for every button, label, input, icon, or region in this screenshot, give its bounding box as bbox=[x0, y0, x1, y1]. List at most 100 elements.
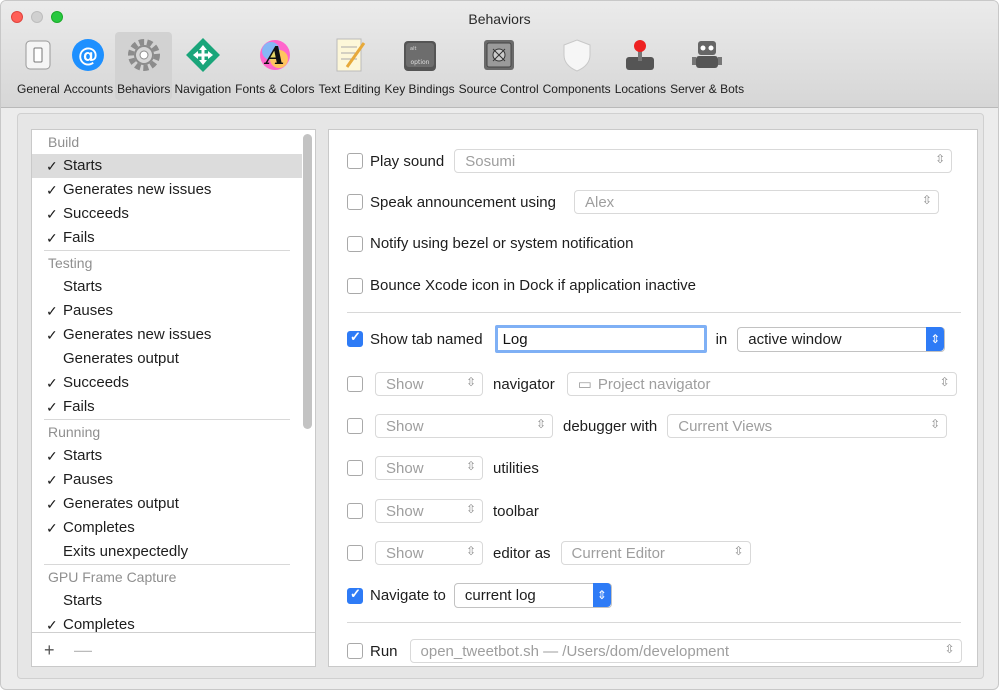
bounce-checkbox[interactable] bbox=[347, 277, 363, 294]
navigate-select[interactable]: current log ⇕ bbox=[453, 583, 612, 608]
utilities-show-select[interactable]: Show ⇳ bbox=[375, 456, 483, 480]
list-item[interactable]: ✓ Generates new issues bbox=[32, 178, 302, 202]
checkmark-icon: ✓ bbox=[46, 327, 58, 343]
item-label: Succeeds bbox=[63, 205, 129, 222]
script-select[interactable]: open_tweetbot.sh — /Users/dom/developmen… bbox=[409, 639, 962, 663]
toolbar-row: Show ⇳ toolbar bbox=[347, 499, 539, 523]
run-checkbox[interactable] bbox=[347, 643, 363, 659]
tab-navigation[interactable]: Navigation bbox=[172, 32, 233, 100]
list-item[interactable]: ✓ Pauses bbox=[32, 299, 302, 323]
checkmark-icon: ✓ bbox=[46, 496, 58, 512]
behavior-list[interactable]: Build ✓ Starts ✓ Generates new issues ✓ Suc… bbox=[32, 130, 302, 632]
list-item[interactable]: ✓ Fails bbox=[32, 226, 302, 250]
tab-behaviors[interactable]: Behaviors bbox=[115, 32, 173, 100]
list-item[interactable]: Starts bbox=[32, 275, 302, 299]
arrows-icon bbox=[184, 36, 222, 74]
sound-select[interactable]: Sosumi ⇳ bbox=[454, 149, 953, 173]
safe-icon bbox=[480, 36, 518, 74]
notepad-icon bbox=[331, 36, 369, 74]
checkmark-icon: ✓ bbox=[46, 206, 58, 222]
editor-show-select[interactable]: Show ⇳ bbox=[375, 541, 483, 565]
toolbar-show-select[interactable]: Show ⇳ bbox=[375, 499, 483, 523]
checkmark-icon: ✓ bbox=[46, 375, 58, 391]
utilities-row: Show ⇳ utilities bbox=[347, 456, 539, 480]
tab-name-input[interactable]: Log bbox=[494, 325, 707, 353]
script-value: open_tweetbot.sh — /Users/dom/developmen… bbox=[420, 642, 730, 660]
navigator-label: navigator bbox=[493, 375, 555, 393]
list-item[interactable]: Generates output bbox=[32, 347, 302, 371]
debugger-views-select[interactable]: Current Views ⇳ bbox=[667, 414, 948, 438]
updown-icon: ⇳ bbox=[921, 193, 932, 207]
item-label: Generates new issues bbox=[63, 326, 212, 343]
list-item[interactable]: ✓ Generates output bbox=[32, 492, 302, 516]
list-item[interactable]: ✓ Succeeds bbox=[32, 202, 302, 226]
navigate-row: Navigate to current log ⇕ bbox=[347, 583, 612, 608]
tab-label: Server & Bots bbox=[670, 82, 745, 96]
editor-checkbox[interactable] bbox=[347, 545, 363, 561]
run-label: Run bbox=[370, 642, 398, 660]
remove-button[interactable]: — bbox=[74, 640, 92, 661]
notify-checkbox[interactable] bbox=[347, 235, 363, 252]
debugger-checkbox[interactable] bbox=[347, 418, 363, 434]
tab-text-editing[interactable]: Text Editing bbox=[317, 32, 383, 100]
list-item[interactable]: ✓ Succeeds bbox=[32, 371, 302, 395]
utilities-checkbox[interactable] bbox=[347, 460, 363, 476]
tab-label: Key Bindings bbox=[384, 82, 455, 96]
list-item[interactable]: ✓ Generates new issues bbox=[32, 323, 302, 347]
list-item[interactable]: ✓ Pauses bbox=[32, 468, 302, 492]
tab-fonts-colors[interactable]: A Fonts & Colors bbox=[233, 32, 316, 100]
list-item[interactable]: ✓ Starts bbox=[32, 444, 302, 468]
debugger-value: Current Views bbox=[678, 417, 773, 435]
navigator-select[interactable]: ▭ Project navigator ⇳ bbox=[566, 372, 957, 396]
tab-server-bots[interactable]: Server & Bots bbox=[668, 32, 746, 100]
group-header: GPU Frame Capture bbox=[44, 564, 290, 589]
svg-text:option: option bbox=[410, 59, 429, 66]
tab-locations[interactable]: Locations bbox=[613, 32, 668, 100]
play-sound-label: Play sound bbox=[370, 152, 445, 170]
list-item[interactable]: Exits unexpectedly bbox=[32, 540, 302, 564]
list-item[interactable]: ✓ Fails bbox=[32, 395, 302, 419]
preferences-window: Behaviors General @ Accounts Behaviors N… bbox=[0, 0, 999, 690]
navigator-checkbox[interactable] bbox=[347, 376, 363, 392]
checkmark-icon: ✓ bbox=[46, 399, 58, 415]
item-label: Starts bbox=[63, 447, 103, 464]
list-item[interactable]: Starts bbox=[32, 589, 302, 613]
list-item[interactable]: ✓ Completes bbox=[32, 516, 302, 540]
speak-checkbox[interactable] bbox=[347, 194, 363, 210]
group-header: Running bbox=[44, 419, 290, 444]
tab-label: General bbox=[17, 82, 60, 96]
robot-icon bbox=[688, 36, 726, 74]
updown-icon: ⇳ bbox=[935, 152, 946, 166]
tab-components[interactable]: Components bbox=[541, 32, 613, 100]
voice-select[interactable]: Alex ⇳ bbox=[573, 190, 939, 214]
play-sound-row: Play sound Sosumi ⇳ bbox=[347, 149, 953, 173]
notify-label: Notify using bezel or system notificatio… bbox=[370, 235, 634, 252]
item-label: Starts bbox=[63, 592, 103, 609]
list-item[interactable]: ✓ Starts bbox=[32, 154, 302, 178]
tab-accounts[interactable]: @ Accounts bbox=[62, 32, 115, 100]
tab-label: Text Editing bbox=[318, 82, 381, 96]
window-title: Behaviors bbox=[468, 11, 531, 27]
tab-key-bindings[interactable]: alt option Key Bindings bbox=[383, 32, 457, 100]
editor-select[interactable]: Current Editor ⇳ bbox=[560, 541, 751, 565]
updown-icon: ⇳ bbox=[465, 459, 476, 473]
at-icon: @ bbox=[69, 36, 107, 74]
item-label: Pauses bbox=[63, 471, 114, 488]
bounce-row: Bounce Xcode icon in Dock if application… bbox=[347, 277, 696, 294]
play-sound-checkbox[interactable] bbox=[347, 153, 363, 169]
debugger-show-select[interactable]: Show ⇳ bbox=[375, 414, 553, 438]
sidebar-scrollbar[interactable] bbox=[303, 134, 312, 429]
show-tab-checkbox[interactable] bbox=[347, 329, 363, 347]
updown-icon: ⇳ bbox=[465, 502, 476, 516]
toolbar-checkbox[interactable] bbox=[347, 503, 363, 519]
tab-label: Components bbox=[542, 82, 611, 96]
add-button[interactable]: + bbox=[44, 640, 55, 661]
item-label: Generates new issues bbox=[63, 181, 212, 198]
tab-source-control[interactable]: Source Control bbox=[457, 32, 541, 100]
list-item[interactable]: ✓ Completes bbox=[32, 613, 302, 632]
navigate-checkbox[interactable] bbox=[347, 586, 363, 604]
window-select[interactable]: active window ⇕ bbox=[737, 326, 946, 352]
show-tab-label: Show tab named bbox=[370, 330, 483, 348]
tab-general[interactable]: General bbox=[15, 32, 62, 100]
navigator-show-select[interactable]: Show ⇳ bbox=[375, 372, 483, 396]
